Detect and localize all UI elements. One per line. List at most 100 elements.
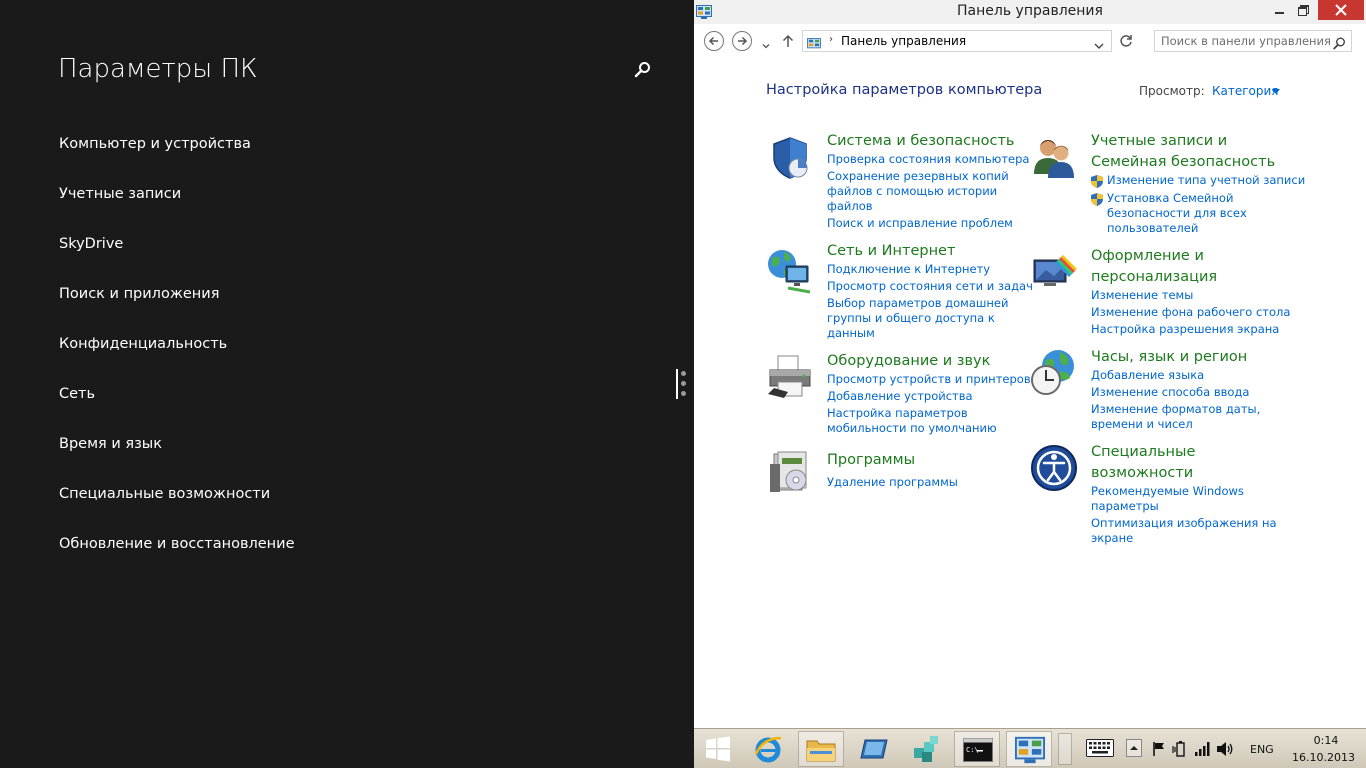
pc-settings-item-search-apps[interactable]: Поиск и приложения — [59, 284, 295, 334]
shield-icon[interactable] — [766, 134, 814, 182]
dropdown-arrow-icon[interactable] — [1272, 89, 1280, 94]
category-title-appearance-line1[interactable]: Оформление и — [1091, 246, 1204, 267]
link-change-input-method[interactable]: Изменение способа ввода — [1091, 385, 1249, 400]
taskbar-remote-desktop[interactable] — [852, 731, 896, 767]
recent-locations-chevron-icon[interactable] — [761, 36, 771, 49]
network-globe-icon[interactable] — [766, 246, 814, 294]
link-backup-files-line1[interactable]: Сохранение резервных копий — [827, 169, 1009, 184]
category-title-programs[interactable]: Программы — [827, 450, 915, 471]
address-bar[interactable]: › Панель управления — [802, 30, 1112, 52]
link-add-language[interactable]: Добавление языка — [1091, 368, 1204, 383]
pc-settings-item-pc-devices[interactable]: Компьютер и устройства — [59, 134, 295, 184]
link-adjust-screen-resolution[interactable]: Настройка разрешения экрана — [1091, 322, 1279, 337]
forward-button[interactable] — [732, 31, 752, 51]
link-mobility-settings-line1[interactable]: Настройка параметров — [827, 406, 968, 421]
refresh-button[interactable] — [1116, 31, 1136, 51]
pc-settings-menu: Компьютер и устройства Учетные записи Sk… — [59, 134, 295, 584]
taskbar-control-panel[interactable] — [1006, 731, 1052, 767]
clock-date[interactable]: 16.10.2013 — [1292, 751, 1355, 764]
start-button[interactable] — [696, 731, 740, 767]
category-title-system-security[interactable]: Система и безопасность — [827, 131, 1014, 152]
title-bar[interactable]: Панель управления — [694, 0, 1366, 24]
personalization-icon[interactable] — [1030, 250, 1078, 298]
search-input[interactable] — [1155, 31, 1331, 51]
show-hidden-icons-button[interactable] — [1126, 739, 1142, 757]
svg-text:C:\: C:\ — [966, 746, 979, 754]
users-icon[interactable] — [1030, 134, 1078, 182]
breadcrumb-separator-icon[interactable]: › — [829, 34, 833, 45]
power-battery-icon[interactable] — [1172, 741, 1186, 761]
taskbar-file-explorer[interactable] — [798, 731, 844, 767]
link-family-safety-line1[interactable]: Установка Семейной — [1107, 191, 1233, 206]
search-icon[interactable] — [1333, 35, 1346, 50]
link-recommended-settings-line2[interactable]: параметры — [1091, 499, 1159, 514]
search-icon[interactable] — [634, 61, 652, 79]
programs-icon[interactable] — [766, 448, 814, 496]
link-change-date-formats-line2[interactable]: времени и чисел — [1091, 417, 1193, 432]
category-title-ease-of-access-line1[interactable]: Специальные — [1091, 442, 1195, 463]
taskbar-ie[interactable] — [746, 731, 790, 767]
link-mobility-settings-line2[interactable]: мобильности по умолчанию — [827, 421, 997, 436]
link-change-desktop-background[interactable]: Изменение фона рабочего стола — [1091, 305, 1290, 320]
link-change-account-type[interactable]: Изменение типа учетной записи — [1107, 173, 1305, 188]
refresh-icon — [1120, 35, 1132, 47]
category-title-user-accounts-line1[interactable]: Учетные записи и — [1091, 131, 1227, 152]
restore-button[interactable] — [1290, 0, 1318, 20]
cmd-icon: C:\ — [963, 738, 993, 762]
link-homegroup-line3[interactable]: данным — [827, 326, 875, 341]
link-change-theme[interactable]: Изменение темы — [1091, 288, 1193, 303]
category-title-appearance-line2[interactable]: персонализация — [1091, 267, 1217, 288]
link-view-devices-printers[interactable]: Просмотр устройств и принтеров — [827, 372, 1031, 387]
link-network-status[interactable]: Просмотр состояния сети и задач — [827, 279, 1033, 294]
search-box[interactable] — [1154, 30, 1352, 52]
close-button[interactable] — [1318, 0, 1364, 20]
pc-settings-item-ease-of-access[interactable]: Специальные возможности — [59, 484, 295, 534]
up-arrow-icon[interactable] — [782, 33, 794, 49]
link-troubleshoot[interactable]: Поиск и исправление проблем — [827, 216, 1013, 231]
printer-icon[interactable] — [766, 352, 814, 400]
category-title-clock-language-region[interactable]: Часы, язык и регион — [1091, 347, 1247, 368]
ease-of-access-icon[interactable] — [1030, 444, 1078, 492]
view-by-dropdown[interactable]: Категория — [1212, 84, 1279, 98]
link-family-safety-line3[interactable]: пользователей — [1107, 221, 1198, 236]
link-optimize-display-line1[interactable]: Оптимизация изображения на — [1091, 516, 1277, 531]
link-backup-files-line3[interactable]: файлов — [827, 199, 873, 214]
speaker-volume-icon[interactable] — [1216, 741, 1234, 761]
input-language-indicator[interactable]: ENG — [1250, 743, 1274, 756]
snap-splitter-handle[interactable] — [674, 366, 694, 402]
category-title-user-accounts-line2[interactable]: Семейная безопасность — [1091, 152, 1275, 173]
splitter-bar — [676, 369, 678, 399]
pc-settings-item-skydrive[interactable]: SkyDrive — [59, 234, 295, 284]
link-add-device[interactable]: Добавление устройства — [827, 389, 973, 404]
breadcrumb-control-panel[interactable]: Панель управления — [841, 34, 966, 48]
touch-keyboard-icon[interactable] — [1086, 739, 1114, 761]
chevron-down-icon[interactable] — [1093, 36, 1105, 49]
category-title-hardware-sound[interactable]: Оборудование и звук — [827, 351, 990, 372]
link-homegroup-line1[interactable]: Выбор параметров домашней — [827, 296, 1008, 311]
pc-settings-item-accounts[interactable]: Учетные записи — [59, 184, 295, 234]
link-check-computer-status[interactable]: Проверка состояния компьютера — [827, 152, 1029, 167]
pc-settings-item-update-recovery[interactable]: Обновление и восстановление — [59, 534, 295, 584]
splitter-grip-dot — [681, 371, 686, 376]
link-connect-internet[interactable]: Подключение к Интернету — [827, 262, 990, 277]
link-homegroup-line2[interactable]: группы и общего доступа к — [827, 311, 995, 326]
pc-settings-item-network[interactable]: Сеть — [59, 384, 295, 434]
taskbar-app[interactable] — [904, 731, 948, 767]
link-family-safety-line2[interactable]: безопасности для всех — [1107, 206, 1247, 221]
clock-globe-icon[interactable] — [1030, 348, 1078, 396]
taskbar-overflow-divider[interactable] — [1058, 733, 1072, 765]
link-optimize-display-line2[interactable]: экране — [1091, 531, 1133, 546]
link-change-date-formats-line1[interactable]: Изменение форматов даты, — [1091, 402, 1260, 417]
link-recommended-settings-line1[interactable]: Рекомендуемые Windows — [1091, 484, 1244, 499]
link-backup-files-line2[interactable]: файлов с помощью истории — [827, 184, 997, 199]
action-center-flag-icon[interactable] — [1152, 741, 1166, 761]
back-button[interactable] — [704, 31, 724, 51]
category-title-network-internet[interactable]: Сеть и Интернет — [827, 241, 955, 262]
link-uninstall-program[interactable]: Удаление программы — [827, 475, 958, 490]
pc-settings-item-privacy[interactable]: Конфиденциальность — [59, 334, 295, 384]
pc-settings-item-time-language[interactable]: Время и язык — [59, 434, 295, 484]
network-signal-icon[interactable] — [1194, 741, 1210, 761]
category-title-ease-of-access-line2[interactable]: возможности — [1091, 463, 1193, 484]
clock-time[interactable]: 0:14 — [1298, 734, 1354, 747]
taskbar-command-prompt[interactable]: C:\ — [954, 731, 1000, 767]
